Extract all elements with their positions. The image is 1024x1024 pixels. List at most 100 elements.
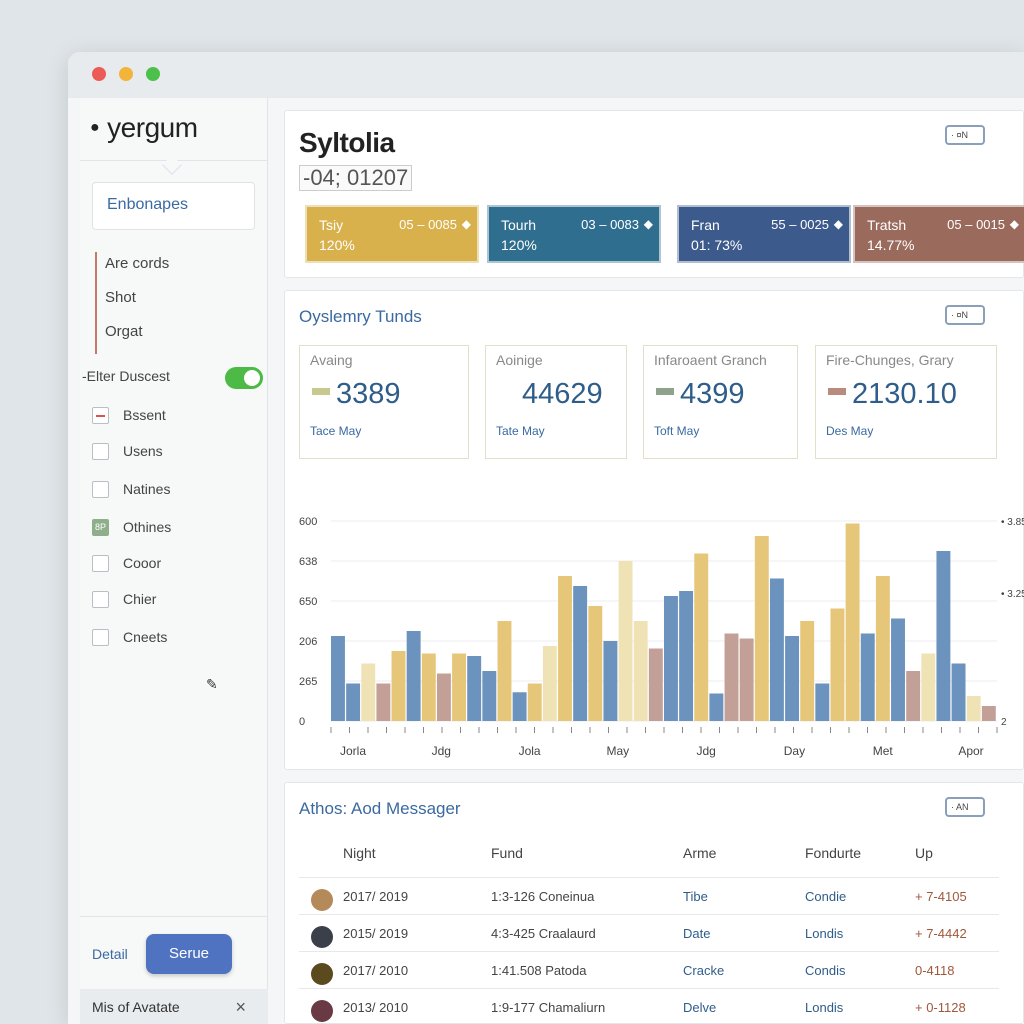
avatar-icon [311, 889, 333, 911]
brand-logo[interactable]: ● yergum [90, 112, 198, 144]
detail-link[interactable]: Detail [92, 946, 128, 962]
table-row[interactable]: 2015/ 2019 4:3-425 Craalaurd Date Londis + 7… [299, 914, 999, 950]
bar-chart: 600 638 650 206 265 0 • 3.85 • 3.25 2 Jorla Jdg Jol… [299, 516, 1024, 758]
bar [573, 586, 588, 721]
checkbox[interactable] [92, 406, 109, 424]
close-icon[interactable]: × [235, 997, 246, 1018]
metric-card[interactable]: Avaing 3389 Tace May [299, 345, 469, 459]
metric-swatch [656, 388, 674, 395]
stat-tile-percent: 01: 73% [691, 237, 743, 253]
checklist-item[interactable]: Cneets [92, 626, 167, 648]
page-title: Syltolia [299, 127, 395, 158]
table-row[interactable]: 2017/ 2019 1:3-126 Coneinua Tibe Condie + 7-… [299, 877, 999, 913]
minimize-window-button[interactable] [119, 67, 133, 81]
column-header[interactable]: Arme [683, 845, 716, 861]
bar [436, 673, 451, 721]
stat-tile[interactable]: Fran 55 – 0025 01: 73% ◆ [677, 205, 851, 263]
checkbox[interactable] [92, 628, 109, 646]
table-row[interactable]: 2017/ 2010 1:41.508 Patoda Cracke Condis 0-4… [299, 951, 999, 987]
footer-text: Mis of Avatate [92, 999, 180, 1015]
x-tick-label: Jdg [696, 744, 715, 758]
nav-item-are-cords[interactable]: Are cords [105, 252, 169, 286]
avatar-icon [311, 926, 333, 948]
stat-tile-name: Tsiy [319, 217, 344, 233]
checkbox[interactable] [92, 480, 109, 498]
header-switch-label: · ¤N [945, 125, 985, 145]
header-switch[interactable]: · ¤N [945, 125, 985, 145]
bar [830, 608, 845, 721]
x-tick-label: Jorla [340, 744, 366, 758]
metric-value: 44629 [522, 378, 603, 410]
bar [542, 646, 557, 721]
metric-label: Avaing [310, 352, 353, 368]
trends-switch-label: · ¤N [945, 305, 985, 325]
checklist-label: Natines [123, 481, 171, 497]
filter-label: -Elter Duscest [82, 368, 170, 384]
trends-switch[interactable]: · ¤N [945, 305, 985, 325]
search-input[interactable]: Enbonapes [92, 182, 255, 230]
messages-switch-label: · AN [945, 797, 985, 817]
checklist-label: Cooor [123, 555, 162, 571]
diamond-icon: ◆ [461, 217, 471, 231]
bar [785, 636, 800, 721]
bar [648, 648, 663, 721]
column-header[interactable]: Fondurte [805, 845, 861, 861]
checkbox[interactable] [92, 442, 109, 460]
stat-tile[interactable]: Tratsh 05 – 0015 14.77% ◆ [853, 205, 1024, 263]
metric-card[interactable]: Aoinige 44629 Tate May [485, 345, 627, 459]
stat-tile[interactable]: Tsiy 05 – 0085 120% ◆ [305, 205, 479, 263]
stat-tile-name: Tratsh [867, 217, 907, 233]
metric-swatch [312, 388, 330, 395]
nav-item-orgat[interactable]: Orgat [105, 320, 169, 354]
messages-switch[interactable]: · AN [945, 797, 985, 817]
checklist-label: Usens [123, 443, 163, 459]
metric-value: 2130.10 [852, 378, 957, 410]
x-tick-label: Met [873, 744, 894, 758]
checklist-item[interactable]: Natines [92, 478, 170, 500]
bar [906, 671, 921, 721]
checklist-item[interactable]: Cooor [92, 552, 161, 574]
checklist-item[interactable]: Chier [92, 588, 156, 610]
bar [815, 683, 830, 721]
diamond-icon: ◆ [643, 217, 653, 231]
table-cell-night: 2015/ 2019 [343, 926, 409, 941]
bar [512, 692, 527, 721]
metric-card[interactable]: Fire-Chunges, Grary 2130.10 Des May [815, 345, 997, 459]
brand-name: yergum [107, 112, 198, 143]
messages-title: Athos: Aod Messager [299, 799, 461, 818]
maximize-window-button[interactable] [146, 67, 160, 81]
pencil-icon[interactable]: ✎ [206, 676, 218, 693]
checklist-label: Bssent [123, 407, 166, 423]
nav-item-shot[interactable]: Shot [105, 286, 169, 320]
column-header[interactable]: Up [915, 845, 933, 861]
metric-card[interactable]: Infaroaent Granch 4399 Toft May [643, 345, 798, 459]
column-header[interactable]: Night [343, 845, 376, 861]
y-tick-label: 0 [299, 716, 305, 728]
checklist-item[interactable]: Bssent [92, 404, 166, 426]
caret-icon [162, 155, 182, 175]
checkbox[interactable]: 8P [92, 518, 109, 536]
save-button[interactable]: Serue [146, 934, 232, 974]
bar [845, 523, 860, 721]
bar [724, 633, 739, 721]
table-cell-up: + 7-4105 [915, 889, 967, 904]
table-cell-arme: Cracke [683, 963, 725, 978]
column-header[interactable]: Fund [491, 845, 523, 861]
bar [936, 551, 951, 721]
checklist-label: Chier [123, 591, 157, 607]
close-window-button[interactable] [92, 67, 106, 81]
checklist-item[interactable]: 8P Othines [92, 516, 171, 538]
bar [527, 683, 542, 721]
checkbox[interactable] [92, 590, 109, 608]
table-cell-night: 2013/ 2010 [343, 1000, 409, 1015]
checkbox[interactable] [92, 554, 109, 572]
checklist-item[interactable]: Usens [92, 440, 163, 462]
stat-tile[interactable]: Tourh 03 – 0083 120% ◆ [487, 205, 661, 263]
stat-tile-percent: 120% [501, 237, 537, 253]
table-row[interactable]: 2013/ 2010 1:9-177 Chamaliurn Delve Londis +… [299, 988, 999, 1024]
bar [618, 561, 633, 721]
filter-toggle[interactable] [225, 367, 263, 389]
avatar-icon [311, 1000, 333, 1022]
bar [664, 596, 678, 721]
stat-tile-name: Tourh [501, 217, 537, 233]
